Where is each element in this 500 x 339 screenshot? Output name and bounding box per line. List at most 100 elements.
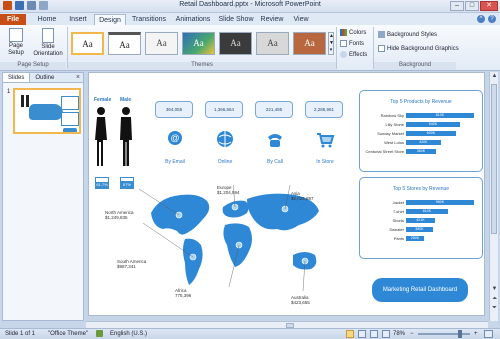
zoom-slider-knob[interactable] [458, 330, 462, 338]
fonts-icon [340, 40, 347, 47]
tab-transitions[interactable]: Transitions [128, 14, 170, 25]
dashboard-title-callout: Marketing Retail Dashboard [372, 278, 468, 302]
slide-thumbnail[interactable] [13, 88, 81, 134]
ribbon-help-controls: ^ ? [477, 15, 496, 23]
zoom-slider[interactable] [418, 333, 470, 335]
spelling-check-icon[interactable] [96, 330, 103, 337]
effects-button[interactable]: Effects [340, 51, 367, 58]
store-bar: 250K [406, 236, 424, 241]
slide-orientation-button[interactable]: Slide Orientation [30, 28, 66, 58]
world-map [138, 185, 319, 292]
theme-3[interactable]: Aa [145, 32, 178, 55]
store-label: Sweater [389, 227, 404, 232]
colors-button[interactable]: Colors [340, 29, 366, 36]
fonts-button[interactable]: Fonts [340, 40, 364, 47]
tab-slides[interactable]: Slides [3, 73, 31, 82]
effects-icon [340, 51, 347, 58]
region-value: $1,204,594 [217, 190, 240, 195]
store-value-bubble: 2,285,961 [305, 101, 343, 118]
previous-slide-icon[interactable]: ⏶ [491, 296, 498, 303]
store-label: Shorts [392, 218, 404, 223]
thumbnail-person [26, 95, 29, 107]
next-slide-icon[interactable]: ⏷ [491, 305, 498, 312]
theme-5[interactable]: Aa [219, 32, 252, 55]
slide-canvas[interactable]: Female Male 61.7% 67% 364,055 1,366,664 … [88, 72, 485, 316]
effects-label: Effects [349, 51, 368, 58]
zoom-in-icon[interactable]: + [474, 329, 478, 339]
help-icon[interactable]: ? [488, 15, 496, 23]
tab-outline[interactable]: Outline [30, 73, 59, 82]
svg-text:@: @ [170, 133, 179, 143]
page-setup-label: Page Setup [8, 43, 24, 56]
top-products-title: Top 5 Products by Revenue [390, 99, 452, 105]
language-status[interactable]: English (U.S.) [110, 329, 147, 339]
region-africa: Africa 775,396 [175, 288, 191, 298]
vertical-scrollbar[interactable]: ▲ ▼ ⏶ ⏷ [489, 72, 498, 321]
fonts-label: Fonts [349, 40, 365, 47]
thumbnail-callout [63, 128, 77, 132]
slides-pane: Slides Outline × 1 [2, 72, 84, 321]
title-bar: Retail Dashboard.pptx - Microsoft PowerP… [0, 0, 500, 13]
product-label: Rainbow Sky [380, 113, 404, 118]
female-label: Female [94, 97, 112, 103]
email-icon: @ [168, 131, 182, 145]
close-pane-icon[interactable]: × [76, 73, 80, 82]
top-stores-panel: Top 5 Stores by Revenue Jacket 980K T-shir… [359, 177, 483, 259]
tab-insert[interactable]: Insert [64, 14, 92, 25]
theme-4[interactable]: Aa [182, 32, 215, 55]
hide-background-label: Hide Background Graphics [387, 45, 459, 52]
minimize-button[interactable]: – [450, 1, 464, 11]
store-bar: 610K [406, 209, 448, 214]
scroll-down-icon[interactable]: ▼ [491, 286, 498, 293]
minimize-ribbon-icon[interactable]: ^ [477, 15, 485, 23]
tab-slide-show[interactable]: Slide Show [217, 14, 255, 25]
colors-label: Colors [349, 29, 367, 36]
store-label: In Store [316, 159, 334, 165]
region-value: 775,396 [175, 293, 192, 298]
zoom-level[interactable]: 78% [393, 329, 405, 339]
colors-icon [340, 29, 347, 36]
theme-6[interactable]: Aa [256, 32, 289, 55]
maximize-button[interactable]: □ [465, 1, 479, 11]
product-label: Centurial Street Store [365, 149, 404, 154]
page-setup-group-label: Page Setup [0, 62, 66, 70]
scroll-up-icon[interactable]: ▲ [491, 73, 498, 80]
hide-background-checkbox[interactable]: Hide Background Graphics [378, 45, 459, 52]
slide-show-icon[interactable] [382, 330, 390, 338]
tab-home[interactable]: Home [34, 14, 60, 25]
reading-view-icon[interactable] [370, 330, 378, 338]
map-south-america [183, 238, 203, 285]
region-europe: Europe $1,204,594 [217, 185, 240, 195]
zoom-out-icon[interactable]: − [410, 329, 414, 339]
page-setup-icon [9, 28, 23, 42]
male-figure-icon [120, 107, 132, 166]
slide-count-status: Slide 1 of 1 [5, 331, 36, 337]
ribbon-tabs: File Home Insert Design Transitions Anim… [0, 13, 500, 25]
page-setup-button[interactable]: Page Setup [4, 28, 28, 57]
cart-icon [317, 133, 335, 148]
product-bar: 600K [406, 131, 456, 136]
tab-view[interactable]: View [290, 14, 312, 25]
normal-view-icon[interactable] [346, 330, 354, 338]
call-label: By Call [267, 159, 283, 165]
close-button[interactable]: ✕ [480, 1, 498, 11]
store-label: Jacket [392, 200, 404, 205]
fit-slide-icon[interactable] [484, 330, 493, 338]
top-stores-title: Top 5 Stores by Revenue [392, 186, 450, 192]
tab-design[interactable]: Design [94, 14, 126, 25]
tab-file[interactable]: File [0, 14, 26, 25]
theme-2[interactable]: Aa [108, 32, 141, 55]
tab-review[interactable]: Review [258, 14, 286, 25]
background-styles-button[interactable]: Background Styles [378, 31, 437, 38]
slide-sorter-icon[interactable] [358, 330, 366, 338]
tab-animations[interactable]: Animations [172, 14, 214, 25]
store-bar: 980K [406, 200, 474, 205]
store-label: Pants [393, 236, 404, 241]
themes-scroll[interactable]: ▲ ▼ ▾ [328, 32, 334, 55]
globe-icon [217, 131, 233, 147]
theme-7[interactable]: Aa [293, 32, 326, 55]
window-title: Retail Dashboard.pptx - Microsoft PowerP… [179, 1, 321, 8]
horizontal-scrollbar[interactable] [86, 321, 488, 328]
theme-office[interactable]: Aa [71, 32, 104, 55]
vertical-scroll-thumb[interactable] [491, 84, 497, 234]
